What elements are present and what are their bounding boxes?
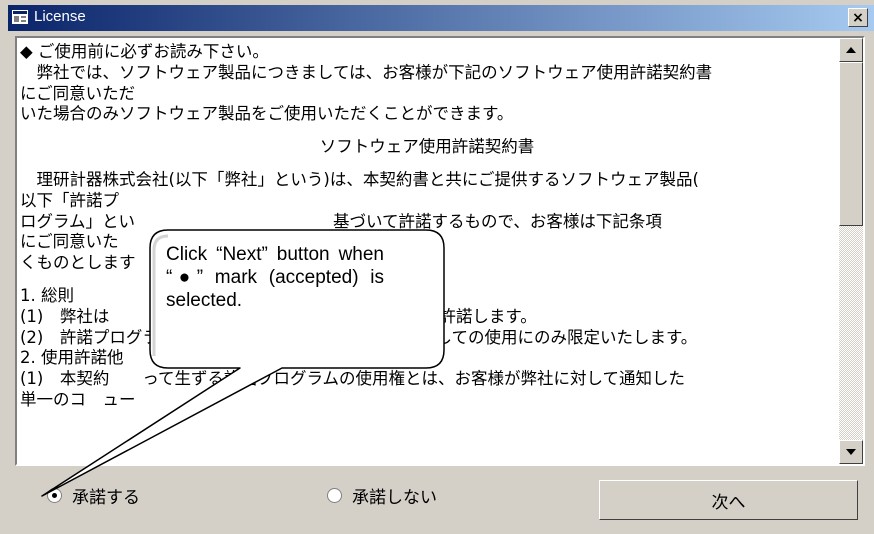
callout-bubble: [41, 229, 445, 497]
callout-text: Click “Next” button when “●” mark (accep…: [166, 244, 384, 311]
